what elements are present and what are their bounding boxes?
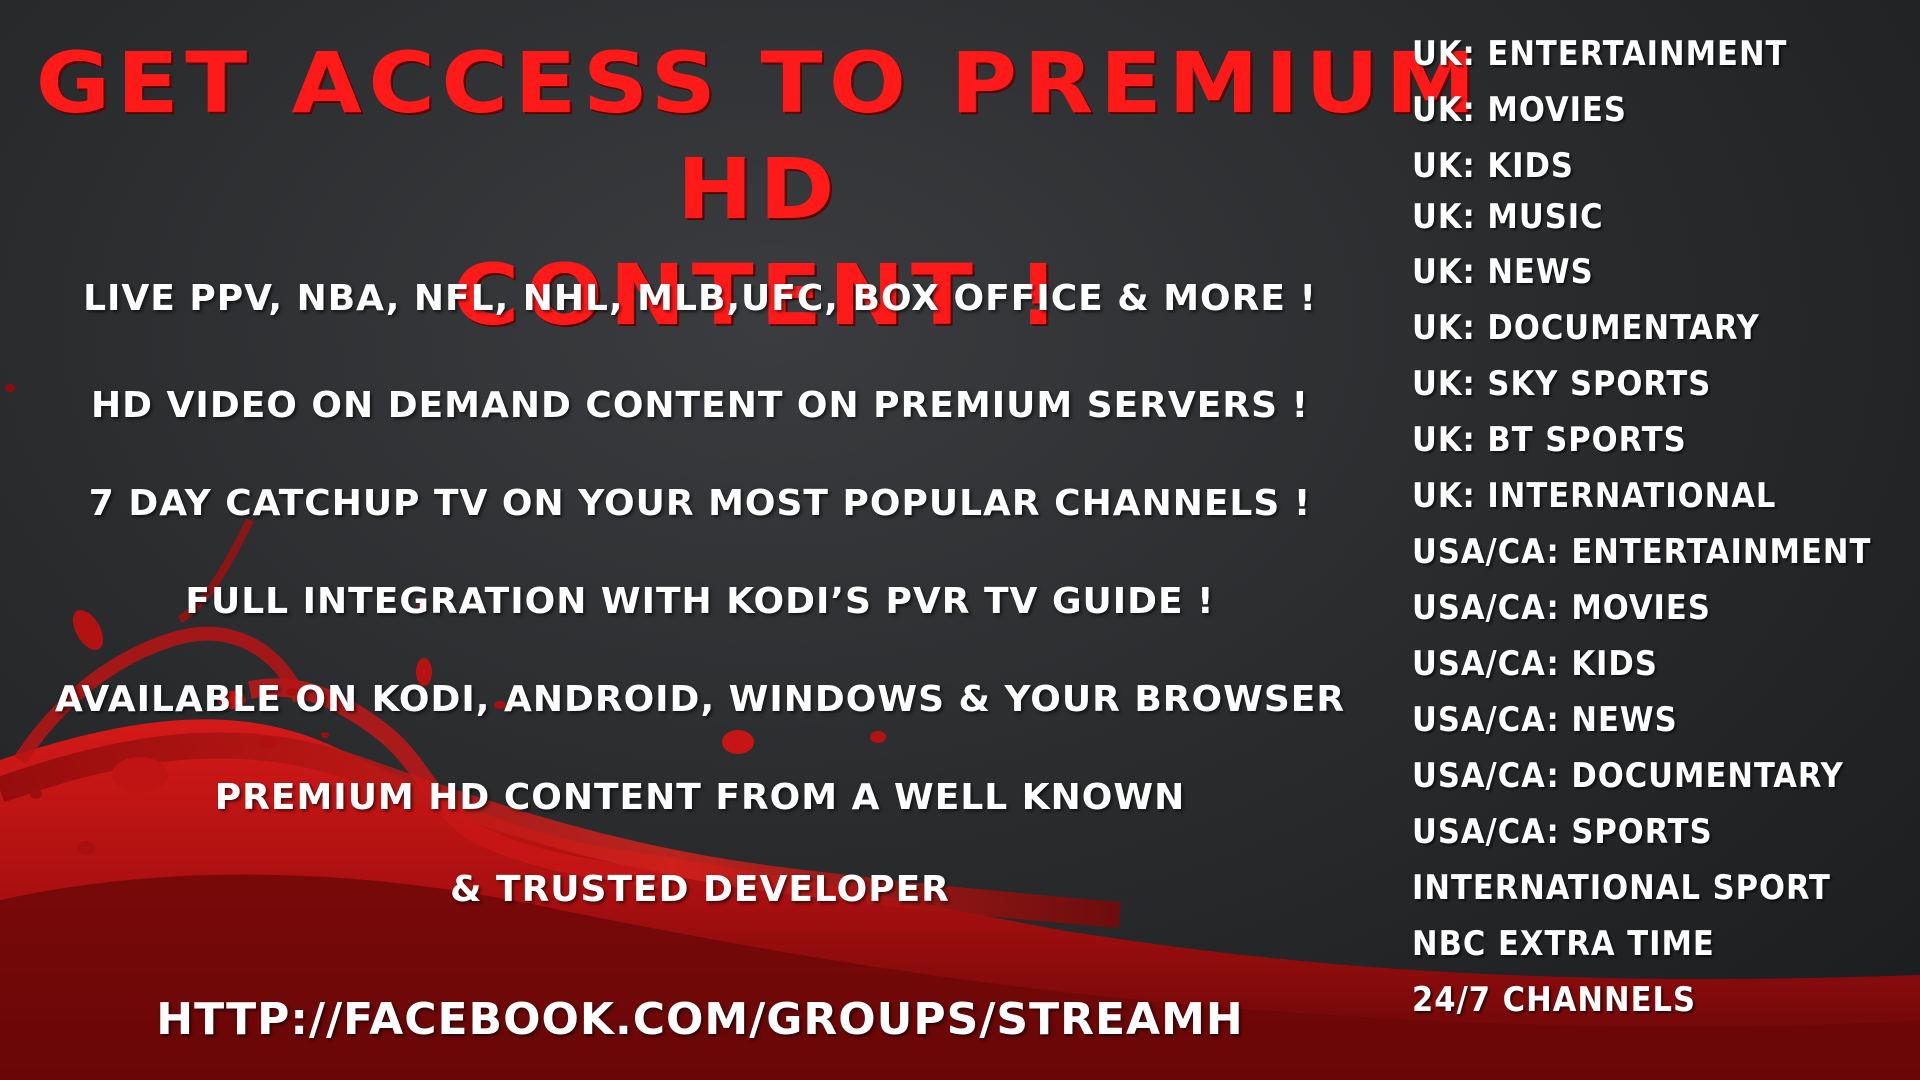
channel-item: USA/CA: NEWS [1412, 700, 1678, 740]
channel-item: UK: KIDS [1412, 146, 1574, 186]
channel-item: UK: INTERNATIONAL [1412, 476, 1777, 516]
feature-live-ppv: LIVE PPV, NBA, NFL, NHL, MLB,UFC, BOX OF… [83, 278, 1317, 319]
channel-item: NBC EXTRA TIME [1412, 924, 1715, 964]
feature-developer-line-1: PREMIUM HD CONTENT FROM A WELL KNOWN [214, 777, 1186, 818]
feature-hd-vod: HD VIDEO ON DEMAND CONTENT ON PREMIUM SE… [91, 385, 1309, 426]
channel-item: UK: SKY SPORTS [1412, 364, 1712, 404]
feature-kodi-pvr: FULL INTEGRATION WITH KODI’S PVR TV GUID… [185, 581, 1215, 622]
channel-item: INTERNATIONAL SPORT [1412, 868, 1831, 908]
channel-item: UK: MOVIES [1412, 90, 1627, 130]
feature-developer-line-2: & TRUSTED DEVELOPER [450, 869, 950, 910]
channel-item: UK: BT SPORTS [1412, 420, 1687, 460]
feature-catchup-tv: 7 DAY CATCHUP TV ON YOUR MOST POPULAR CH… [88, 483, 1312, 524]
channel-item: UK: MUSIC [1412, 197, 1604, 237]
channel-item: USA/CA: SPORTS [1412, 812, 1713, 852]
feature-availability: AVAILABLE ON KODI, ANDROID, WINDOWS & YO… [54, 679, 1346, 720]
channel-item: UK: DOCUMENTARY [1412, 308, 1760, 348]
channel-item: USA/CA: KIDS [1412, 644, 1658, 684]
channel-item: 24/7 CHANNELS [1412, 980, 1697, 1020]
headline-line-1: GET ACCESS TO PREMIUM HD [35, 34, 1483, 238]
channel-item: UK: NEWS [1412, 252, 1594, 292]
channel-item: USA/CA: DOCUMENTARY [1412, 756, 1844, 796]
channel-item: UK: ENTERTAINMENT [1412, 34, 1788, 74]
channel-item: USA/CA: MOVIES [1412, 588, 1711, 628]
channel-item: USA/CA: ENTERTAINMENT [1412, 532, 1872, 572]
facebook-group-link[interactable]: HTTP://FACEBOOK.COM/GROUPS/STREAMH [0, 994, 1400, 1045]
